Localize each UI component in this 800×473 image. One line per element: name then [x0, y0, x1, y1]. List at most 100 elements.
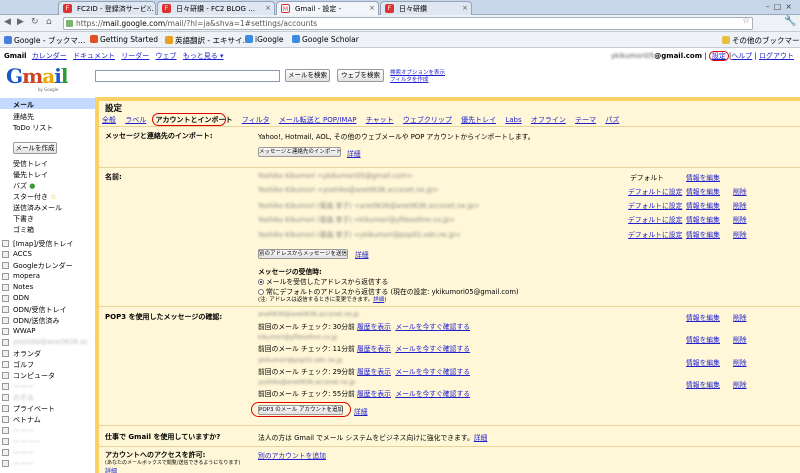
sidebar-label[interactable]: コンピュータ: [13, 371, 55, 381]
tab-themes[interactable]: テーマ: [575, 116, 596, 124]
browser-tab-active[interactable]: M Gmail - 設定 - ×: [276, 1, 379, 15]
docs-link[interactable]: ドキュメント: [73, 52, 115, 60]
bookmark-item[interactable]: Getting Started: [90, 35, 158, 44]
label-color-icon[interactable]: [2, 394, 9, 401]
label-color-icon[interactable]: [2, 317, 9, 324]
browser-tab[interactable]: F FC2ID - 登録済サービ… ×: [58, 1, 156, 15]
sidebar-label-blurred[interactable]: yoshida@ane0636.ac: [13, 338, 88, 346]
sidebar-label[interactable]: オランダ: [13, 349, 41, 359]
reply-option-1[interactable]: メールを受信したアドレスから返信する: [258, 276, 388, 286]
sidebar-item-todo[interactable]: ToDo リスト: [13, 123, 53, 133]
label-color-icon[interactable]: [2, 460, 9, 467]
sidebar-label[interactable]: ODN/受信トレイ: [13, 305, 67, 315]
reply-note-detail-link[interactable]: 詳細: [373, 297, 384, 303]
tab-webclips[interactable]: ウェブクリップ: [403, 116, 452, 124]
bookmark-item[interactable]: Google Scholar: [292, 35, 359, 44]
delete-link[interactable]: 削除: [733, 186, 747, 196]
sidebar-label[interactable]: mopera: [13, 272, 40, 280]
tab-labs[interactable]: Labs: [505, 116, 521, 124]
sidebar-label-blurred[interactable]: ーーー: [13, 382, 34, 392]
edit-info-link[interactable]: 情報を編集: [686, 186, 720, 196]
set-default-link[interactable]: デフォルトに設定: [628, 229, 682, 239]
sidebar-item-buzz[interactable]: バズ ●: [13, 181, 35, 191]
view-history-link[interactable]: 履歴を表示: [357, 323, 391, 331]
search-web-button[interactable]: ウェブを検索: [337, 69, 384, 82]
tab-buzz[interactable]: パズ: [605, 116, 619, 124]
label-color-icon[interactable]: [2, 405, 9, 412]
settings-link[interactable]: 設定: [708, 51, 729, 61]
more-link[interactable]: もっと見る ▾: [183, 52, 224, 60]
sidebar-item-inbox[interactable]: 受信トレイ: [13, 159, 48, 169]
sidebar-item-contacts[interactable]: 連絡先: [13, 112, 34, 122]
logout-link[interactable]: ログアウト: [759, 52, 794, 60]
label-color-icon[interactable]: [2, 372, 9, 379]
label-color-icon[interactable]: [2, 251, 9, 258]
sidebar-label[interactable]: ACCS: [13, 250, 32, 258]
check-mail-now-link[interactable]: メールを今すぐ確認する: [395, 323, 470, 331]
compose-button[interactable]: メールを作成: [13, 142, 57, 154]
check-mail-now-link[interactable]: メールを今すぐ確認する: [395, 345, 470, 353]
create-filter-link[interactable]: フィルタを作成: [390, 77, 445, 84]
sidebar-item-priority[interactable]: 優先トレイ: [13, 170, 48, 180]
sidebar-label[interactable]: WWAP: [13, 327, 35, 335]
sidebar-label-blurred[interactable]: ーーーー: [13, 437, 41, 447]
sidebar-label-blurred[interactable]: ーーー: [13, 459, 34, 469]
set-default-link[interactable]: デフォルトに設定: [628, 214, 682, 224]
label-color-icon[interactable]: [2, 306, 9, 313]
set-default-link[interactable]: デフォルトに設定: [628, 200, 682, 210]
work-detail-link[interactable]: 詳細: [474, 434, 488, 442]
sidebar-label[interactable]: ベトナム: [13, 415, 41, 425]
sidebar-label[interactable]: ODN/送信済み: [13, 316, 60, 326]
bookmark-item[interactable]: iGoogle: [245, 35, 284, 44]
other-bookmarks[interactable]: その他のブックマーク: [722, 35, 800, 46]
tab-general[interactable]: 全般: [102, 116, 116, 124]
sidebar-item-sent[interactable]: 送信済みメール: [13, 203, 62, 213]
edit-info-link[interactable]: 情報を編集: [686, 379, 720, 389]
label-color-icon[interactable]: [2, 262, 9, 269]
delete-link[interactable]: 削除: [733, 229, 747, 239]
label-color-icon[interactable]: [2, 339, 9, 346]
label-color-icon[interactable]: [2, 295, 9, 302]
label-color-icon[interactable]: [2, 416, 9, 423]
back-icon[interactable]: ◀: [4, 17, 11, 27]
sidebar-label[interactable]: プライベート: [13, 404, 55, 414]
sidebar-label-blurred[interactable]: のぞみ: [13, 393, 34, 403]
bookmark-item[interactable]: 英語翻訳 - エキサイ…: [165, 35, 250, 46]
view-history-link[interactable]: 履歴を表示: [357, 368, 391, 376]
edit-info-link[interactable]: 情報を編集: [686, 334, 720, 344]
radio-selected-icon[interactable]: [258, 279, 264, 285]
tab-priority-inbox[interactable]: 優先トレイ: [461, 116, 496, 124]
reader-link[interactable]: リーダー: [121, 52, 149, 60]
sidebar-item-mail[interactable]: メール: [13, 100, 34, 110]
search-input[interactable]: [95, 70, 280, 82]
sidebar-label[interactable]: [Imap]/受信トレイ: [13, 239, 73, 249]
send-as-button[interactable]: 別のアドレスからメッセージを送信: [258, 249, 348, 259]
bookmark-star-icon[interactable]: ☆: [742, 16, 750, 26]
label-color-icon[interactable]: [2, 438, 9, 445]
edit-info-link[interactable]: 情報を編集: [686, 214, 720, 224]
edit-info-link[interactable]: 情報を編集: [686, 312, 720, 322]
label-color-icon[interactable]: [2, 383, 9, 390]
label-color-icon[interactable]: [2, 240, 9, 247]
label-color-icon[interactable]: [2, 361, 9, 368]
label-color-icon[interactable]: [2, 328, 9, 335]
web-link[interactable]: ウェブ: [156, 52, 177, 60]
delete-link[interactable]: 削除: [733, 214, 747, 224]
window-controls-icon[interactable]: –□×: [766, 2, 796, 11]
calendar-link[interactable]: カレンダー: [32, 52, 67, 60]
add-another-account-link[interactable]: 別のアカウントを追加: [258, 450, 326, 460]
sidebar-label[interactable]: Googleカレンダー: [13, 261, 73, 271]
set-default-link[interactable]: デフォルトに設定: [628, 186, 682, 196]
import-detail-link[interactable]: 詳細: [347, 148, 361, 158]
bookmark-item[interactable]: Google - ブックマ…: [4, 35, 85, 46]
label-color-icon[interactable]: [2, 427, 9, 434]
sidebar-item-drafts[interactable]: 下書き: [13, 214, 34, 224]
sidebar-item-trash[interactable]: ゴミ箱: [13, 225, 34, 235]
browser-tab[interactable]: F 日々研鑽 - FC2 BLOG … ×: [157, 1, 275, 15]
label-color-icon[interactable]: [2, 449, 9, 456]
tab-labels[interactable]: ラベル: [125, 116, 146, 124]
sidebar-label-blurred[interactable]: ーーー: [13, 426, 34, 436]
label-color-icon[interactable]: [2, 273, 9, 280]
edit-info-link[interactable]: 情報を編集: [686, 357, 720, 367]
edit-info-link[interactable]: 情報を編集: [686, 172, 720, 182]
